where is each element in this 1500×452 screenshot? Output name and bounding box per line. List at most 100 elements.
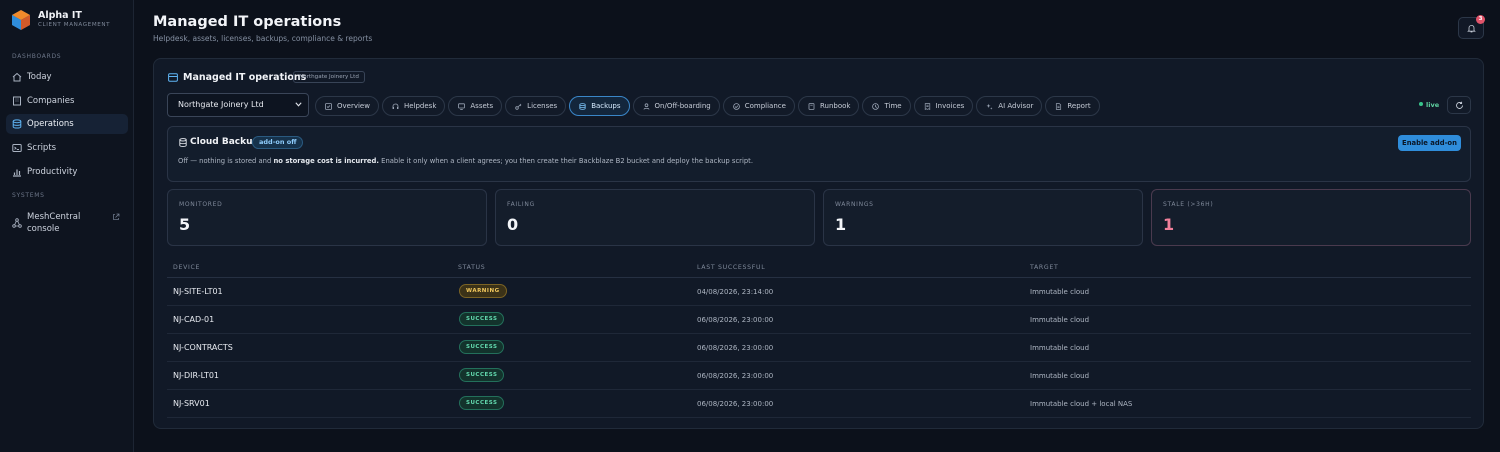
sidebar-item-productivity[interactable]: Productivity	[6, 162, 128, 182]
tab-invoices[interactable]: Invoices	[913, 96, 974, 116]
desc-post: Enable it only when a client agrees; you…	[379, 157, 753, 165]
clock-icon	[872, 102, 880, 110]
live-indicator: live	[1419, 101, 1439, 109]
file-icon	[1056, 102, 1062, 110]
brand[interactable]: Alpha IT CLIENT MANAGEMENT	[10, 8, 130, 34]
database-icon	[12, 119, 22, 129]
brand-name: Alpha IT	[38, 10, 82, 21]
stat-stale: STALE (>36H) 1	[1151, 189, 1471, 246]
stat-label: WARNINGS	[835, 201, 874, 208]
tab-helpdesk[interactable]: Helpdesk	[381, 96, 446, 116]
check-circle-icon	[732, 102, 740, 110]
column-header-last-successful: LAST SUCCESSFUL	[697, 264, 766, 271]
network-icon	[12, 218, 22, 228]
panel-title: Managed IT operations	[183, 72, 307, 83]
device-name: NJ-CAD-01	[173, 315, 215, 324]
book-icon	[808, 102, 815, 110]
tab-label: Helpdesk	[403, 102, 437, 110]
tab-licenses[interactable]: Licenses	[505, 96, 567, 116]
stat-value: 0	[507, 215, 519, 234]
sidebar: Alpha IT CLIENT MANAGEMENT DASHBOARDS To…	[0, 0, 134, 452]
table-row[interactable]: NJ-DIR-LT01 SUCCESS 06/08/2026, 23:00:00…	[167, 362, 1471, 390]
tab-backups[interactable]: Backups	[569, 96, 630, 116]
stat-failing: FAILING 0	[495, 189, 815, 246]
tab-runbook[interactable]: Runbook	[797, 96, 860, 116]
tab-compliance[interactable]: Compliance	[722, 96, 795, 116]
nav-section-dashboards: DASHBOARDS	[12, 53, 62, 60]
column-header-target: TARGET	[1030, 264, 1059, 271]
desc-bold: no storage cost is incurred.	[273, 157, 379, 165]
receipt-icon	[924, 102, 930, 110]
tab-label: AI Advisor	[998, 102, 1034, 110]
sidebar-item-label: Today	[27, 72, 52, 82]
table-row[interactable]: NJ-SRV01 SUCCESS 06/08/2026, 23:00:00 Im…	[167, 390, 1471, 418]
table-row[interactable]: NJ-SITE-LT01 WARNING 04/08/2026, 23:14:0…	[167, 278, 1471, 306]
device-name: NJ-SITE-LT01	[173, 287, 223, 296]
client-select-value: Northgate Joinery Ltd	[178, 100, 264, 109]
tab-onboarding[interactable]: On/Off-boarding	[632, 96, 720, 116]
client-tag: Northgate Joinery Ltd	[293, 71, 365, 83]
sidebar-item-meshcentral[interactable]: MeshCentral console	[6, 209, 128, 237]
stat-label: FAILING	[507, 201, 535, 208]
table-row[interactable]: NJ-CONTRACTS SUCCESS 06/08/2026, 23:00:0…	[167, 334, 1471, 362]
sparkles-icon	[986, 103, 993, 110]
last-successful: 06/08/2026, 23:00:00	[697, 400, 774, 408]
tab-bar: Overview Helpdesk Assets Licenses Backup…	[315, 96, 1100, 116]
page-title: Managed IT operations	[153, 14, 342, 30]
terminal-icon	[12, 144, 22, 152]
tab-label: Invoices	[935, 102, 965, 110]
backup-target: Immutable cloud	[1030, 316, 1090, 324]
status-badge: WARNING	[459, 284, 507, 298]
tab-label: Compliance	[744, 102, 786, 110]
sidebar-item-label-line1: MeshCentral	[27, 212, 81, 222]
backup-target: Immutable cloud	[1030, 372, 1090, 380]
table-header: DEVICE STATUS LAST SUCCESSFUL TARGET	[167, 260, 1471, 278]
user-icon	[643, 102, 649, 110]
refresh-button[interactable]	[1447, 96, 1471, 114]
cloud-backup-title: Cloud Backup	[190, 137, 259, 147]
tab-label: Assets	[470, 102, 494, 110]
stat-value: 1	[1163, 215, 1175, 234]
table-row[interactable]: NJ-CAD-01 SUCCESS 06/08/2026, 23:00:00 I…	[167, 306, 1471, 334]
sidebar-item-label: Operations	[27, 119, 74, 129]
device-name: NJ-DIR-LT01	[173, 371, 220, 380]
tab-label: Time	[884, 102, 902, 110]
home-icon	[12, 72, 22, 82]
database-icon	[168, 73, 178, 82]
tab-ai-advisor[interactable]: AI Advisor	[976, 96, 1043, 116]
device-name: NJ-CONTRACTS	[173, 343, 233, 352]
sidebar-item-companies[interactable]: Companies	[6, 91, 128, 111]
headset-icon	[392, 103, 399, 109]
chevron-down-icon	[295, 102, 302, 107]
tab-assets[interactable]: Assets	[448, 96, 503, 116]
monitor-icon	[458, 102, 466, 110]
sidebar-item-label: Companies	[27, 96, 75, 106]
tab-label: Backups	[591, 102, 621, 110]
notification-badge: 3	[1476, 15, 1485, 24]
stat-monitored: MONITORED 5	[167, 189, 487, 246]
client-select[interactable]: Northgate Joinery Ltd	[167, 93, 309, 117]
sidebar-item-scripts[interactable]: Scripts	[6, 138, 128, 158]
tab-time[interactable]: Time	[862, 96, 911, 116]
stat-value: 1	[835, 215, 847, 234]
column-header-device: DEVICE	[173, 264, 201, 271]
cloud-backup-description: Off — nothing is stored and no storage c…	[178, 157, 753, 165]
refresh-icon	[1456, 101, 1463, 109]
tab-overview[interactable]: Overview	[315, 96, 379, 116]
tab-report[interactable]: Report	[1045, 96, 1100, 116]
sidebar-item-label-line2: console	[27, 224, 60, 234]
sidebar-item-operations[interactable]: Operations	[6, 114, 128, 134]
database-icon	[179, 138, 187, 147]
sidebar-item-label: MeshCentral console	[27, 211, 80, 235]
bar-chart-icon	[13, 169, 21, 177]
backup-target: Immutable cloud	[1030, 344, 1090, 352]
enable-addon-button[interactable]: Enable add-on	[1398, 135, 1461, 151]
stat-value: 5	[179, 215, 191, 234]
backup-target: Immutable cloud	[1030, 288, 1090, 296]
live-dot-icon	[1419, 102, 1423, 106]
bell-icon	[1467, 25, 1476, 33]
tab-label: Overview	[337, 102, 370, 110]
status-badge: SUCCESS	[459, 368, 505, 382]
sidebar-item-today[interactable]: Today	[6, 67, 128, 87]
tab-label: On/Off-boarding	[654, 102, 711, 110]
